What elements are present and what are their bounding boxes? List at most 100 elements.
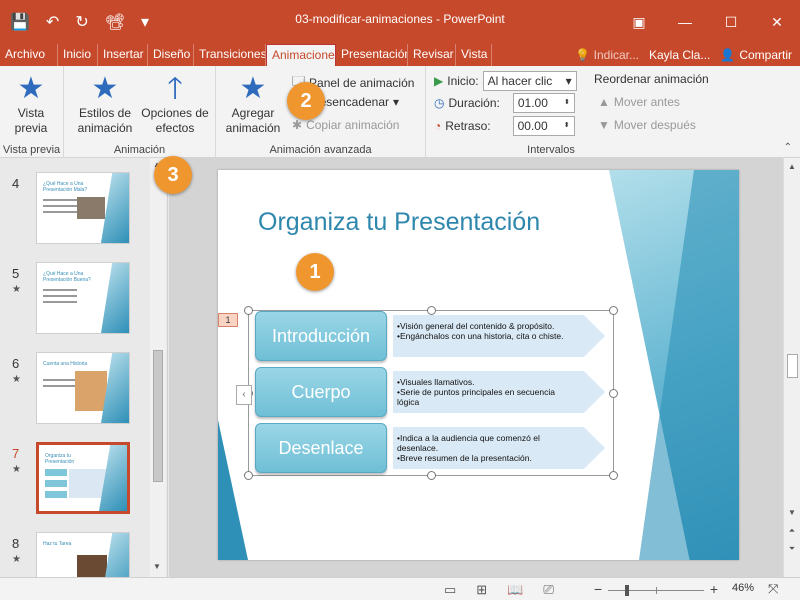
slide-thumbnail[interactable]: 5 ★ ¿Qué Hace a Una Presentación Buena? [0,262,150,342]
close-icon[interactable]: ✕ [754,0,800,44]
duration-row: ◷ Duración: 01.00 ⬍ [434,93,575,113]
resize-handle[interactable] [244,471,253,480]
tab-insertar[interactable]: Insertar [98,44,148,66]
zoom-midpoint-tick [656,587,657,594]
play-icon: ▶ [434,74,444,88]
minimize-icon[interactable]: — [662,0,708,44]
collapse-ribbon-icon[interactable]: ⌃ [784,142,792,153]
scroll-up-icon[interactable]: ▲ [786,162,798,171]
slideshow-icon[interactable]: ⎚ [543,582,553,598]
preview-button[interactable]: ★ Vista previa [2,70,60,136]
move-earlier-label: Mover antes [613,95,680,109]
start-select[interactable]: Al hacer clic ▾ [482,71,577,91]
tab-diseno[interactable]: Diseño [148,44,194,66]
tell-me-box[interactable]: 💡 Indicar... [575,48,639,62]
delay-spinner[interactable]: 00.00 ⬍ [512,116,575,136]
ribbon-display-options-icon[interactable]: ▣ [616,0,662,44]
thumbnail-title: Organiza tu Presentación [45,453,75,465]
fit-to-window-icon[interactable]: ⤧ [768,581,778,597]
triangle-up-icon: ▲ [598,95,610,109]
group-timing: ▶ Inicio: Al hacer clic ▾ ◷ Duración: 01.… [426,66,716,158]
thumbnail-title: ¿Qué Hace a Una Presentación Mala? [43,181,88,193]
text-pane-toggle-icon[interactable]: ‹ [236,385,252,405]
duration-label: Duración: [448,96,500,110]
maximize-icon[interactable]: ☐ [708,0,754,44]
slide-number: 6 [12,356,20,371]
thumbnail-frame: Haz tu Tarea [36,532,130,577]
smartart-box[interactable]: Desenlace [255,423,387,473]
move-earlier-button[interactable]: ▲ Mover antes [598,95,680,109]
scrollbar-thumb[interactable] [787,354,798,378]
slide-number: 5 [12,266,20,281]
tab-animaciones[interactable]: Animaciones [266,44,336,66]
editor-scrollbar[interactable]: ▲ ▼ ⏶ ⏷ [783,158,800,577]
resize-handle[interactable] [244,306,253,315]
add-animation-button[interactable]: ★ Agregar animación [218,70,288,136]
tab-presentacion[interactable]: Presentación [336,44,408,66]
tab-vista[interactable]: Vista [456,44,492,66]
animation-order-tag[interactable]: 1 [218,313,238,327]
zoom-out-icon[interactable]: − [594,581,602,597]
user-name[interactable]: Kayla Cla... [649,48,710,62]
move-later-button[interactable]: ▼ Mover después [598,118,696,132]
callout-badge-2: 2 [287,82,325,120]
duration-spinner[interactable]: 01.00 ⬍ [512,93,575,113]
slide-title[interactable]: Organiza tu Presentación [258,208,540,237]
smartart-box[interactable]: Introducción [255,311,387,361]
zoom-in-icon[interactable]: + [710,581,718,597]
normal-view-icon[interactable]: ▭ [444,582,456,598]
effect-options-button[interactable]: 🡑 Opciones de efectos [140,70,210,136]
thumbnail-frame: ¿Qué Hace a Una Presentación Buena? [36,262,130,334]
tab-revisar[interactable]: Revisar [408,44,456,66]
start-select-value: Al hacer clic [487,74,553,88]
smartart-arrow-text[interactable]: •Indica a la audiencia que comenzó el de… [393,427,605,469]
resize-handle[interactable] [609,471,618,480]
smartart-box[interactable]: Cuerpo [255,367,387,417]
tab-inicio[interactable]: Inicio [58,44,98,66]
arrow-up-icon: 🡑 [167,71,183,105]
thumbnail-title: Cuenta una Historia [43,361,88,367]
previous-slide-icon[interactable]: ⏶ [786,526,798,536]
resize-handle[interactable] [609,306,618,315]
reading-view-icon[interactable]: 📖 [507,582,523,598]
slide-canvas[interactable]: Organiza tu Presentación Introducción •V… [218,170,739,560]
slide-number: 8 [12,536,20,551]
chevron-down-icon: ▾ [565,74,572,88]
smartart-arrow-text[interactable]: •Visión general del contenido & propósit… [393,315,605,357]
tab-transiciones[interactable]: Transiciones [194,44,266,66]
smartart-graphic[interactable]: Introducción •Visión general del conteni… [244,306,618,480]
slide-sorter-icon[interactable]: ⊞ [476,582,487,598]
slide-thumbnail[interactable]: 8 ★ Haz tu Tarea [0,532,150,577]
ribbon: ★ Vista previa Vista previa ★ Estilos de… [0,66,800,158]
animation-painter-button[interactable]: ✱ Copiar animación [292,118,399,132]
share-button[interactable]: 👤 Compartir [720,48,792,62]
tabs-right-area: 💡 Indicar... Kayla Cla... 👤 Compartir [575,44,800,66]
slide-thumbnail[interactable]: 4 ¿Qué Hace a Una Presentación Mala? [0,172,150,252]
zoom-slider-knob[interactable] [625,585,630,596]
group-label-animation: Animación [113,144,166,156]
animation-star-icon: ★ [12,464,21,475]
thumbnail-scrollbar[interactable]: ▲ ▼ [150,158,166,577]
group-animation: ★ Estilos de animación 🡑 Opciones de efe… [64,66,216,158]
scrollbar-thumb[interactable] [153,350,163,482]
brush-icon: ✱ [292,118,303,132]
slide-thumbnail[interactable]: 6 ★ Cuenta una Historia [0,352,150,432]
zoom-level[interactable]: 46% [732,582,754,594]
next-slide-icon[interactable]: ⏷ [786,544,798,554]
animation-styles-button[interactable]: ★ Estilos de animación [70,70,140,136]
slide-number: 4 [12,176,20,191]
group-label-advanced: Animación avanzada [269,144,372,156]
thumbnail-photo [75,371,107,411]
resize-handle[interactable] [609,389,618,398]
smartart-arrow-text[interactable]: •Visuales llamativos. •Serie de puntos p… [393,371,605,413]
slide-thumbnail-selected[interactable]: 7 ★ Organiza tu Presentación [0,442,150,522]
scroll-down-icon[interactable]: ▼ [153,562,161,571]
animation-star-icon: ★ [12,554,21,565]
delay-label: Retraso: [445,119,491,133]
scroll-down-icon[interactable]: ▼ [786,508,798,517]
slide-number: 7 [12,446,20,461]
thumbnail-photo [77,555,107,577]
triangle-down-icon: ▼ [598,118,610,132]
tab-archivo[interactable]: Archivo [0,44,58,66]
zoom-slider[interactable]: − + [594,581,718,597]
